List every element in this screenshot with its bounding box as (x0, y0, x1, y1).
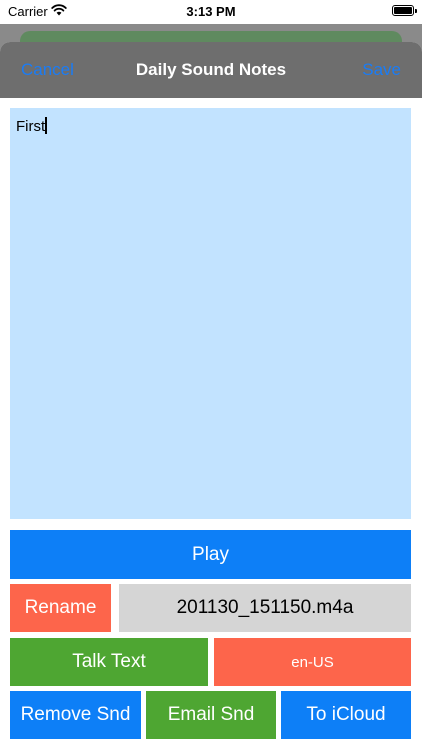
page-title: Daily Sound Notes (135, 60, 287, 79)
navigation-bar: Cancel Daily Sound Notes Save (0, 42, 422, 98)
save-button[interactable]: Save (362, 60, 401, 80)
language-button[interactable]: en-US (214, 638, 411, 686)
email-sound-button[interactable]: Email Snd (146, 691, 276, 739)
status-bar: Carrier 3:13 PM (0, 0, 422, 24)
play-button[interactable]: Play (10, 530, 411, 579)
to-icloud-button[interactable]: To iCloud (281, 691, 411, 739)
rename-button[interactable]: Rename (10, 584, 111, 632)
modal-sheet: Cancel Daily Sound Notes Save First Play… (0, 42, 422, 750)
note-text: First (16, 118, 46, 135)
sound-filename: 201130_151150.m4a (119, 584, 411, 632)
note-text-area[interactable]: First (10, 108, 411, 519)
battery-icon (392, 5, 417, 16)
text-cursor (45, 117, 48, 134)
talk-text-button[interactable]: Talk Text (10, 638, 208, 686)
status-time: 3:13 PM (186, 4, 236, 19)
remove-sound-button[interactable]: Remove Snd (10, 691, 141, 739)
